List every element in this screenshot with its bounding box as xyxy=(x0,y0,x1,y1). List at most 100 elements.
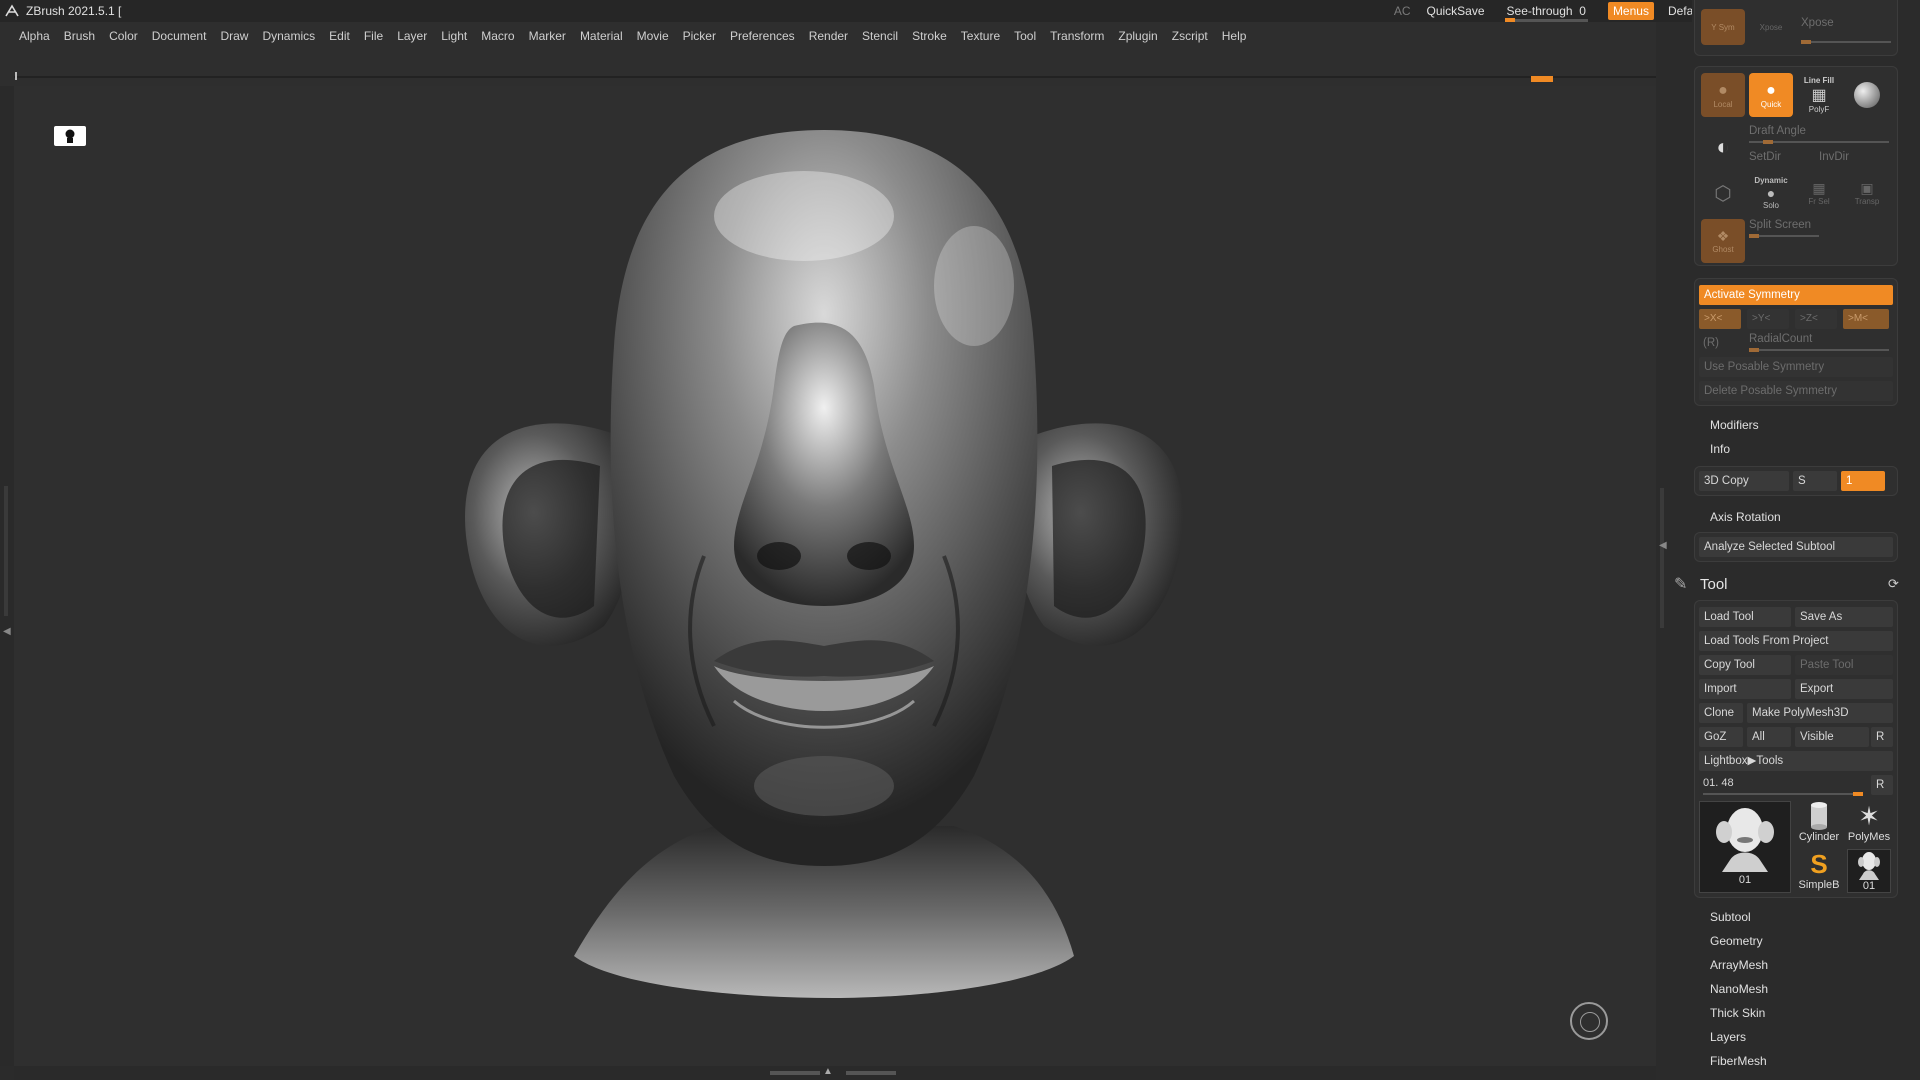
sculpt-head-model[interactable] xyxy=(14,86,1656,1066)
sym-y-button[interactable]: >Y< xyxy=(1747,309,1789,329)
setdir-button[interactable]: SetDir xyxy=(1749,151,1781,163)
sym-x-button[interactable]: >X< xyxy=(1699,309,1741,329)
radial-r-toggle[interactable]: (R) xyxy=(1703,337,1719,349)
tool-thumb-small-01[interactable]: 01 xyxy=(1847,849,1891,893)
contrast-toggle-button[interactable]: ◐ xyxy=(1701,125,1745,169)
info-subpalette[interactable]: Info xyxy=(1710,442,1730,456)
menu-zscript[interactable]: Zscript xyxy=(1172,29,1208,43)
paste-tool-button[interactable]: Paste Tool xyxy=(1795,655,1893,675)
bottom-tray-arrow-icon[interactable]: ▲ xyxy=(823,1066,833,1077)
ghost-button[interactable]: ❖ Ghost xyxy=(1701,219,1745,263)
menus-toggle-button[interactable]: Menus xyxy=(1607,2,1654,20)
copy-tool-button[interactable]: Copy Tool xyxy=(1699,655,1791,675)
xpose-button[interactable]: Xpose xyxy=(1749,9,1793,45)
perspective-toggle-button[interactable] xyxy=(54,126,86,146)
goz-r-button[interactable]: R xyxy=(1871,727,1893,747)
modifiers-subpalette[interactable]: Modifiers xyxy=(1710,418,1759,432)
refresh-icon[interactable]: ⟳ xyxy=(1888,576,1899,592)
polyf-button[interactable]: Line Fill ▦ PolyF xyxy=(1797,73,1841,117)
menu-marker[interactable]: Marker xyxy=(529,29,566,43)
analyze-selected-subtool-button[interactable]: Analyze Selected Subtool xyxy=(1699,537,1893,557)
menu-brush[interactable]: Brush xyxy=(64,29,95,43)
menu-movie[interactable]: Movie xyxy=(637,29,669,43)
sym-z-button[interactable]: >Z< xyxy=(1795,309,1837,329)
menu-material[interactable]: Material xyxy=(580,29,623,43)
subpalette-thick-skin[interactable]: Thick Skin xyxy=(1710,1006,1765,1020)
menu-render[interactable]: Render xyxy=(809,29,848,43)
ac-button[interactable]: AC xyxy=(1394,4,1411,18)
export-button[interactable]: Export xyxy=(1795,679,1893,699)
subpalette-nanomesh[interactable]: NanoMesh xyxy=(1710,982,1768,996)
document-canvas[interactable] xyxy=(14,86,1656,1066)
copy3d-button[interactable]: 3D Copy xyxy=(1699,471,1789,491)
current-tool-slider[interactable] xyxy=(1703,792,1863,796)
left-tray-arrow-icon[interactable]: ◀ xyxy=(3,626,11,637)
goz-all-button[interactable]: All xyxy=(1747,727,1791,747)
tool-r-button[interactable]: R xyxy=(1871,775,1893,795)
bottom-tray-handle-right[interactable] xyxy=(846,1071,896,1075)
menu-macro[interactable]: Macro xyxy=(481,29,514,43)
tool-thumb-polymesh[interactable]: ✶ PolyMes xyxy=(1843,801,1895,845)
bottom-tray-handle-left[interactable] xyxy=(770,1071,820,1075)
save-as-button[interactable]: Save As xyxy=(1795,607,1893,627)
menu-picker[interactable]: Picker xyxy=(683,29,716,43)
menu-texture[interactable]: Texture xyxy=(961,29,1000,43)
sym-m-button[interactable]: >M< xyxy=(1843,309,1889,329)
right-tray-handle[interactable] xyxy=(1660,488,1664,628)
use-posable-symmetry-button[interactable]: Use Posable Symmetry xyxy=(1699,357,1893,377)
lightbox-tools-button[interactable]: Lightbox▶Tools xyxy=(1699,751,1893,771)
tool-palette-title[interactable]: Tool xyxy=(1700,576,1728,593)
menu-tool[interactable]: Tool xyxy=(1014,29,1036,43)
import-button[interactable]: Import xyxy=(1699,679,1791,699)
quicksave-button[interactable]: QuickSave xyxy=(1427,4,1485,18)
load-tools-from-project-button[interactable]: Load Tools From Project xyxy=(1699,631,1893,651)
subpalette-layers[interactable]: Layers xyxy=(1710,1030,1746,1044)
menu-layer[interactable]: Layer xyxy=(397,29,427,43)
menu-alpha[interactable]: Alpha xyxy=(19,29,50,43)
material-sphere-button[interactable] xyxy=(1845,73,1889,117)
timeline-handle[interactable] xyxy=(1531,76,1553,82)
tool-thumb-simplebrush[interactable]: S SimpleB xyxy=(1795,849,1843,893)
subpalette-fibermesh[interactable]: FiberMesh xyxy=(1710,1054,1767,1068)
ysym-button[interactable]: Y Sym xyxy=(1701,9,1745,45)
transp-button[interactable]: ▣ Transp xyxy=(1845,171,1889,215)
make-polymesh3d-button[interactable]: Make PolyMesh3D xyxy=(1747,703,1893,723)
menu-help[interactable]: Help xyxy=(1222,29,1247,43)
menu-transform[interactable]: Transform xyxy=(1050,29,1104,43)
clone-button[interactable]: Clone xyxy=(1699,703,1743,723)
tool-thumb-cylinder[interactable]: Cylinder xyxy=(1795,801,1843,845)
menu-file[interactable]: File xyxy=(364,29,383,43)
activate-symmetry-button[interactable]: Activate Symmetry xyxy=(1699,285,1893,305)
timeline-marker[interactable] xyxy=(15,72,17,80)
subpalette-geometry[interactable]: Geometry xyxy=(1710,934,1763,948)
load-tool-button[interactable]: Load Tool xyxy=(1699,607,1791,627)
draft-angle-slider[interactable] xyxy=(1749,140,1889,144)
menu-zplugin[interactable]: Zplugin xyxy=(1118,29,1157,43)
cube-view-button[interactable]: ⬡ xyxy=(1701,171,1745,215)
right-tray-arrow-icon[interactable]: ◀ xyxy=(1659,540,1667,551)
seethrough-slider[interactable]: See-through 0 xyxy=(1501,4,1592,23)
subpalette-arraymesh[interactable]: ArrayMesh xyxy=(1710,958,1768,972)
split-screen-slider[interactable] xyxy=(1749,234,1819,238)
menu-stroke[interactable]: Stroke xyxy=(912,29,947,43)
menu-dynamics[interactable]: Dynamics xyxy=(262,29,315,43)
frsel-button[interactable]: ▦ Fr Sel xyxy=(1797,171,1841,215)
goz-visible-button[interactable]: Visible xyxy=(1795,727,1869,747)
menu-stencil[interactable]: Stencil xyxy=(862,29,898,43)
goz-button[interactable]: GoZ xyxy=(1699,727,1743,747)
timeline-track[interactable] xyxy=(14,76,1662,78)
left-tray-handle[interactable] xyxy=(4,486,8,616)
axis-rotation-subpalette[interactable]: Axis Rotation xyxy=(1710,510,1781,524)
local-button[interactable]: ● Local xyxy=(1701,73,1745,117)
menu-draw[interactable]: Draw xyxy=(220,29,248,43)
menu-document[interactable]: Document xyxy=(152,29,207,43)
menu-edit[interactable]: Edit xyxy=(329,29,350,43)
navigation-gizmo-icon[interactable] xyxy=(1570,1002,1608,1040)
tool-thumb-main[interactable]: 01 xyxy=(1699,801,1791,893)
menu-color[interactable]: Color xyxy=(109,29,138,43)
radial-count-slider[interactable] xyxy=(1749,348,1889,352)
delete-posable-symmetry-button[interactable]: Delete Posable Symmetry xyxy=(1699,381,1893,401)
subpalette-subtool[interactable]: Subtool xyxy=(1710,910,1751,924)
quick-button[interactable]: ● Quick xyxy=(1749,73,1793,117)
copy3d-value-input[interactable]: 1 xyxy=(1841,471,1885,491)
